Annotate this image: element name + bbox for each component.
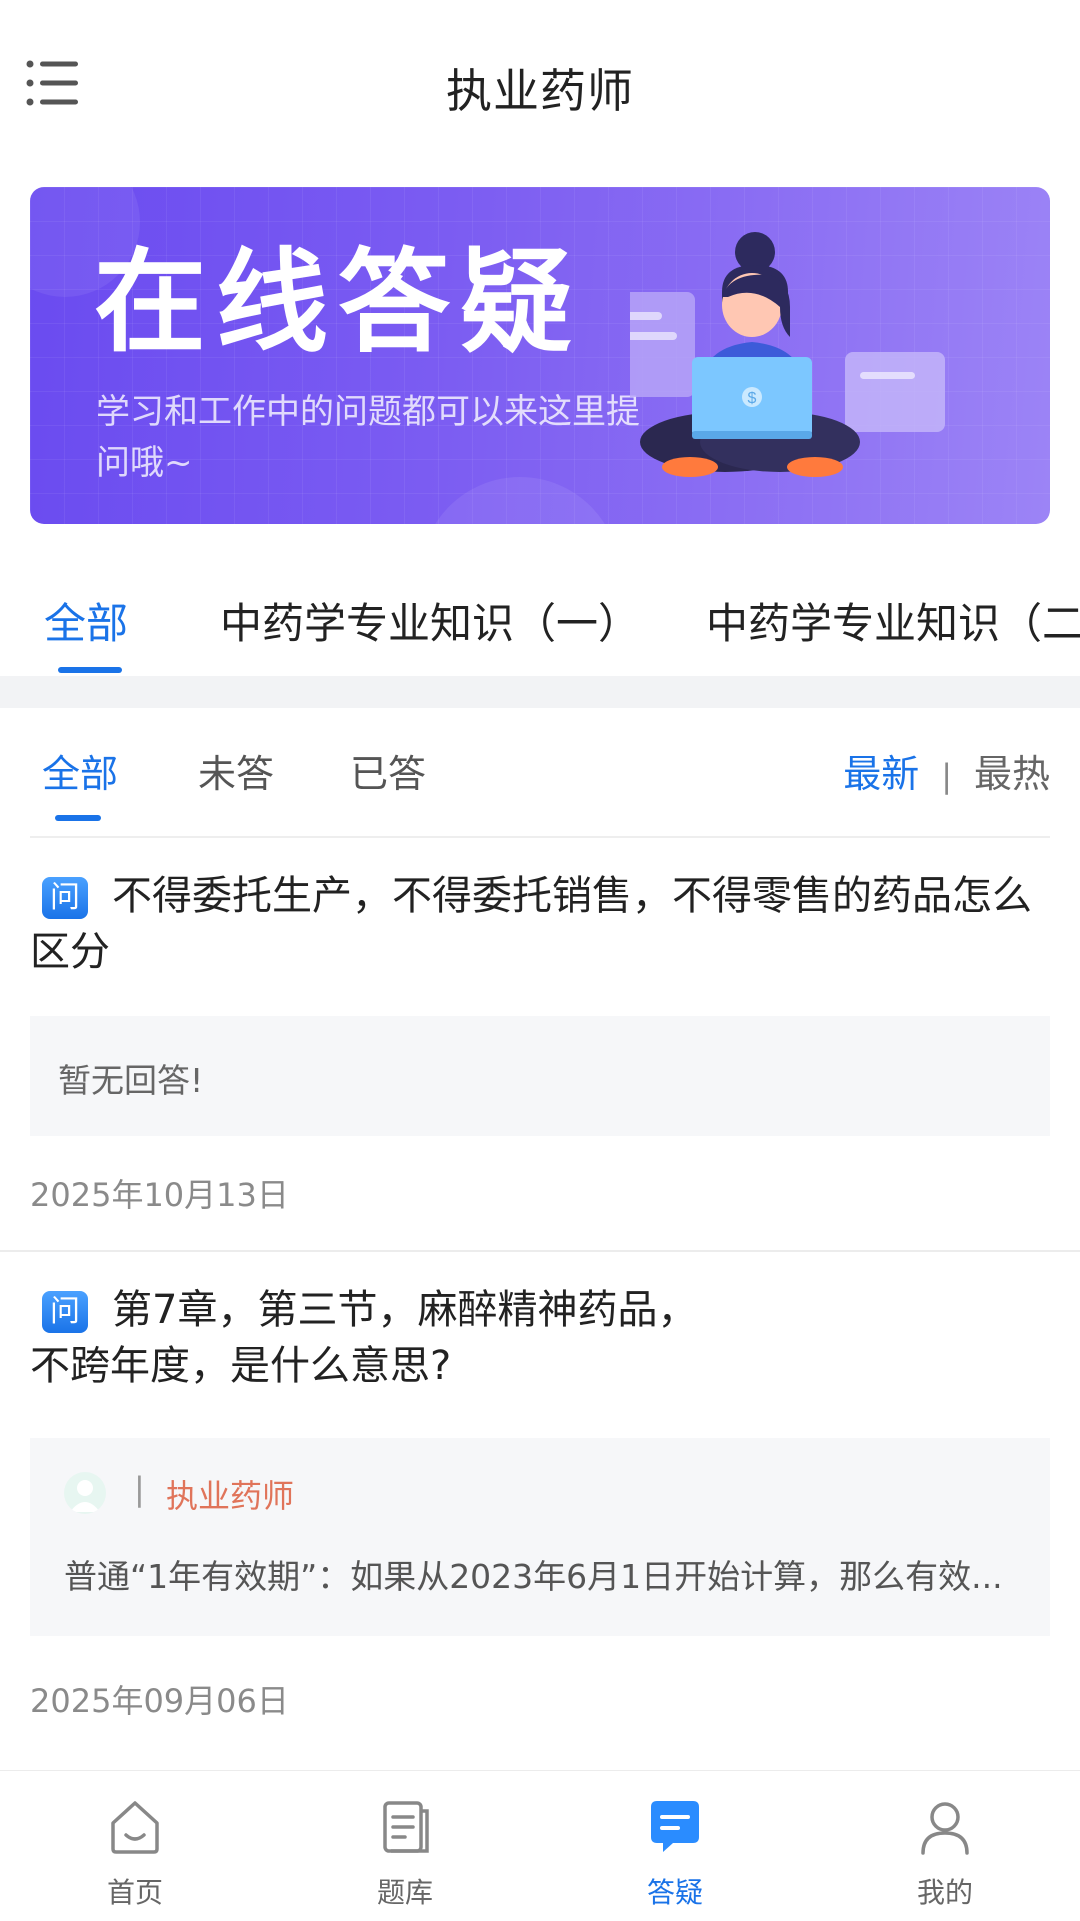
question-bank-icon	[383, 1801, 429, 1853]
bottom-nav: 首页 题库 答疑 我的	[0, 1770, 1080, 1920]
nav-home[interactable]: 首页	[0, 1771, 270, 1921]
filter-tab-indicator	[55, 815, 101, 821]
category-tab-all[interactable]: 全部	[44, 590, 128, 651]
category-tabs: 全部 中药学专业知识（一） 中药学专业知识（二	[0, 560, 1080, 676]
question-card[interactable]: 问第7章，第三节，麻醉精神药品， 不跨年度，是什么意思? | 执业药师 普通“1…	[0, 1252, 1080, 1752]
category-tab-chinese-medicine-2[interactable]: 中药学专业知识（二	[706, 590, 1080, 651]
banner-subtitle: 学习和工作中的问题都可以来这里提问哦~	[96, 392, 640, 483]
answer-author: 执业药师	[166, 1477, 295, 1515]
question-badge-icon: 问	[42, 1291, 88, 1333]
filter-tab-unanswered[interactable]: 未答	[198, 743, 274, 798]
svg-text:$: $	[748, 390, 757, 407]
answer-box: 暂无回答!	[30, 1016, 1050, 1136]
nav-qa[interactable]: 答疑	[540, 1771, 810, 1921]
sort-hottest[interactable]: 最热	[974, 752, 1050, 796]
filter-bar: 全部 未答 已答 最新 | 最热	[0, 708, 1080, 838]
filter-tab-answered[interactable]: 已答	[350, 743, 426, 798]
question-title-line2: 不跨年度，是什么意思?	[30, 1343, 452, 1389]
filter-divider	[30, 836, 1050, 838]
sort-newest[interactable]: 最新	[843, 752, 919, 796]
profile-icon	[921, 1802, 969, 1855]
question-text: 问不得委托生产，不得委托销售，不得零售的药品怎么区分	[30, 868, 1050, 980]
nav-profile[interactable]: 我的	[810, 1771, 1080, 1921]
banner-title: 在线答疑	[94, 238, 582, 368]
qa-chat-icon	[651, 1801, 699, 1852]
category-tab-indicator	[58, 667, 122, 673]
student-laptop-illustration: ? $	[630, 232, 945, 477]
question-date: 2025年09月06日	[30, 1682, 289, 1720]
question-badge-icon: 问	[42, 877, 88, 919]
answer-author-separator: |	[134, 1470, 145, 1508]
filter-tab-all[interactable]: 全部	[42, 743, 118, 798]
no-answer-text: 暂无回答!	[58, 1061, 204, 1100]
sort-options: 最新 | 最热	[843, 743, 1050, 798]
answer-box[interactable]: | 执业药师 普通“1年有效期”：如果从2023年6月1日开始计算，那么有效..…	[30, 1438, 1050, 1636]
nav-question-bank-label: 题库	[376, 1876, 433, 1909]
question-text: 问第7章，第三节，麻醉精神药品， 不跨年度，是什么意思?	[30, 1282, 1050, 1394]
page-title: 执业药师	[446, 64, 634, 118]
online-qa-banner[interactable]: 在线答疑 学习和工作中的问题都可以来这里提问哦~ ? $	[30, 187, 1050, 524]
nav-qa-label: 答疑	[646, 1876, 703, 1909]
category-tab-chinese-medicine-1[interactable]: 中药学专业知识（一）	[220, 590, 640, 651]
app-header: 执业药师	[0, 0, 1080, 170]
home-icon	[111, 1801, 159, 1854]
answer-preview: 普通“1年有效期”：如果从2023年6月1日开始计算，那么有效...	[64, 1557, 1003, 1596]
nav-profile-label: 我的	[916, 1876, 973, 1909]
nav-home-label: 首页	[106, 1876, 163, 1909]
nav-question-bank[interactable]: 题库	[270, 1771, 540, 1921]
question-title: 不得委托生产，不得委托销售，不得零售的药品怎么区分	[30, 873, 1032, 975]
section-separator	[0, 676, 1080, 708]
question-date: 2025年10月13日	[30, 1176, 289, 1214]
sort-separator: |	[941, 757, 952, 795]
question-card[interactable]: 问不得委托生产，不得委托销售，不得零售的药品怎么区分 暂无回答! 2025年10…	[0, 840, 1080, 1250]
question-title-line1: 第7章，第三节，麻醉精神药品，	[112, 1287, 698, 1333]
avatar	[64, 1472, 106, 1514]
